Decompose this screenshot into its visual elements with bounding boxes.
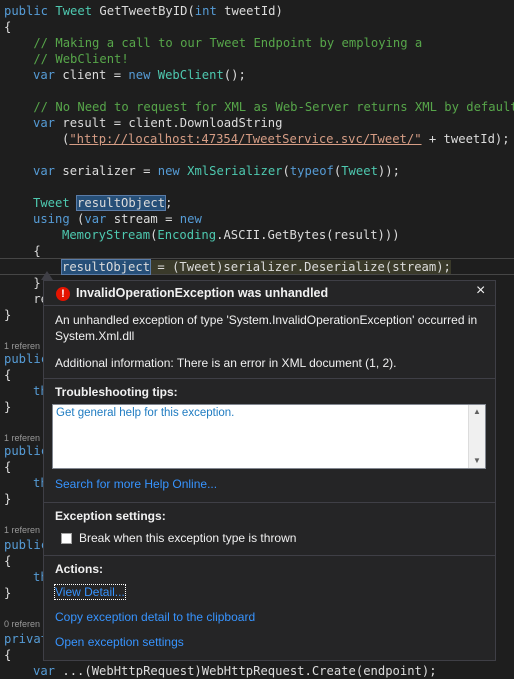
code-line-return: re (4, 292, 49, 306)
open-exception-settings-link[interactable]: Open exception settings (55, 635, 184, 649)
code-line-close: } (4, 276, 41, 290)
code-public-2: public (4, 444, 49, 458)
code-line-2: { (4, 20, 12, 34)
code-comment-1: // Making a call to our Tweet Endpoint b… (4, 36, 423, 50)
exception-message: An unhandled exception of type 'System.I… (55, 313, 478, 343)
code-line-declare: Tweet resultObject; (33, 195, 173, 211)
highlighted-symbol: resultObject (76, 195, 167, 211)
codelens-references[interactable]: 1 referen (4, 341, 40, 351)
code-brace-1: { (4, 368, 12, 382)
code-private: privat (4, 632, 49, 646)
exception-title: InvalidOperationException was unhandled (76, 286, 329, 300)
exception-helper-popup: ! InvalidOperationException was unhandle… (43, 280, 496, 661)
code-line-1: public Tweet GetTweetByID(int tweetId) (4, 4, 283, 18)
additional-info: Additional information: There is an erro… (55, 356, 397, 370)
actions-divider (44, 555, 495, 556)
copy-detail-link[interactable]: Copy exception detail to the clipboard (55, 610, 255, 624)
code-line-client: var client = new WebClient(); (33, 68, 246, 82)
tips-divider (44, 378, 495, 379)
code-brace-3-close: } (4, 586, 12, 600)
search-help-online-link[interactable]: Search for more Help Online... (55, 477, 217, 491)
title-divider (44, 305, 495, 306)
close-button[interactable]: × (476, 282, 485, 300)
code-line-exception: resultObject = (Tweet)serializer.Deseria… (60, 259, 451, 275)
code-line-memorystream: MemoryStream(Encoding.ASCII.GetBytes(res… (62, 228, 400, 242)
code-line-url: ("http://localhost:47354/TweetService.sv… (62, 132, 510, 146)
view-detail-link[interactable]: View Detail... (54, 584, 126, 600)
code-line-brace: { (4, 244, 41, 258)
scroll-up-icon[interactable]: ▲ (469, 405, 485, 419)
codelens-references-2[interactable]: 1 referen (4, 433, 40, 443)
code-public-3: public (4, 538, 49, 552)
actions-heading: Actions: (55, 562, 103, 576)
break-on-exception-checkbox[interactable] (61, 533, 72, 544)
tips-scrollbar[interactable]: ▲ ▼ (468, 405, 485, 468)
code-comment-3: // No Need to request for XML as Web-Ser… (4, 100, 514, 114)
code-line-end: } (4, 308, 12, 322)
code-line-serializer: var serializer = new XmlSerializer(typeo… (33, 164, 400, 178)
code-brace-2-close: } (4, 492, 12, 506)
break-on-exception-label[interactable]: Break when this exception type is thrown (79, 531, 296, 545)
code-brace-4: { (4, 648, 12, 662)
codelens-references-4[interactable]: 0 referen (4, 619, 40, 629)
tips-heading: Troubleshooting tips: (55, 385, 178, 399)
tip-link[interactable]: Get general help for this exception. (56, 407, 234, 419)
code-public-1: public (4, 352, 49, 366)
code-brace-3: { (4, 554, 12, 568)
codelens-references-3[interactable]: 1 referen (4, 525, 40, 535)
code-line-result: var result = client.DownloadString (33, 116, 283, 130)
highlighted-symbol-2: resultObject (60, 259, 152, 275)
settings-divider (44, 502, 495, 503)
code-brace-1-close: } (4, 400, 12, 414)
code-brace-2: { (4, 460, 12, 474)
code-line-bottom: var ...(WebHttpRequest)WebHttpRequest.Cr… (33, 664, 437, 678)
code-comment-2: // WebClient! (4, 52, 129, 66)
popup-pointer (41, 271, 53, 280)
settings-heading: Exception settings: (55, 509, 166, 523)
current-statement: = (Tweet)serializer.Deserialize(stream); (150, 260, 451, 274)
url-link[interactable]: "http://localhost:47354/TweetService.svc… (69, 132, 421, 146)
scroll-down-icon[interactable]: ▼ (469, 454, 485, 468)
code-line-using: using (var stream = new (33, 212, 202, 226)
error-icon: ! (56, 287, 70, 301)
tips-list[interactable]: Get general help for this exception. ▲ ▼ (52, 404, 486, 469)
